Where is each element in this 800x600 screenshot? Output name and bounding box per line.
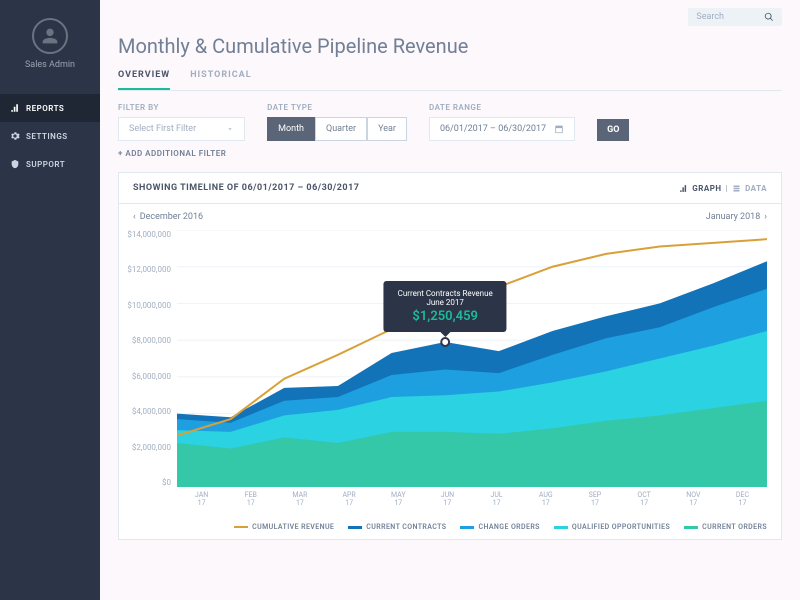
topbar: Search (118, 0, 782, 34)
search-input[interactable]: Search (688, 8, 782, 26)
legend-cumulative[interactable]: CUMULATIVE REVENUE (234, 523, 334, 531)
legend: CUMULATIVE REVENUE CURRENT CONTRACTS CHA… (119, 515, 781, 539)
date-type-quarter[interactable]: Quarter (315, 117, 367, 141)
date-type-year[interactable]: Year (367, 117, 407, 141)
add-filter-button[interactable]: + ADD ADDITIONAL FILTER (118, 149, 782, 158)
date-range-input[interactable]: 06/01/2017 – 06/30/2017 (429, 117, 575, 141)
graph-view-button[interactable]: GRAPH (692, 184, 721, 193)
support-icon (10, 159, 20, 169)
bar-chart-icon (10, 103, 20, 113)
chevron-down-icon (226, 125, 234, 133)
chart-timeline-title: SHOWING TIMELINE OF 06/01/2017 – 06/30/2… (133, 183, 359, 193)
y-axis: $14,000,000$12,000,000$10,000,000$8,000,… (119, 230, 177, 487)
legend-contracts[interactable]: CURRENT CONTRACTS (348, 523, 446, 531)
legend-orders[interactable]: CURRENT ORDERS (684, 523, 767, 531)
sidebar-item-reports[interactable]: REPORTS (0, 94, 100, 122)
tabs: OVERVIEW HISTORICAL (118, 70, 782, 91)
prev-period-button[interactable]: ‹ December 2016 (133, 212, 203, 222)
tooltip-value: $1,250,459 (398, 309, 493, 324)
filter-by-label: FILTER BY (118, 103, 245, 112)
chart-area: $14,000,000$12,000,000$10,000,000$8,000,… (119, 230, 781, 515)
data-view-button[interactable]: DATA (745, 184, 767, 193)
date-type-month[interactable]: Month (267, 117, 315, 141)
tab-overview[interactable]: OVERVIEW (118, 70, 170, 90)
plot[interactable]: Current Contracts Revenue June 2017 $1,2… (177, 230, 767, 487)
view-toggle: GRAPH | DATA (679, 184, 767, 193)
calendar-icon (554, 124, 564, 134)
chart-tooltip: Current Contracts Revenue June 2017 $1,2… (384, 281, 507, 332)
tab-historical[interactable]: HISTORICAL (190, 70, 251, 90)
sidebar-item-label: SETTINGS (26, 132, 68, 141)
search-placeholder: Search (696, 12, 724, 22)
sidebar: Sales Admin REPORTS SETTINGS SUPPORT (0, 0, 100, 600)
date-range-label: DATE RANGE (429, 103, 575, 112)
search-icon (764, 12, 774, 22)
tooltip-title: Current Contracts Revenue (398, 289, 493, 298)
legend-qualified[interactable]: QUALIFIED OPPORTUNITIES (554, 523, 670, 531)
x-axis: JAN17FEB17MAR17APR17MAY17JUN17JUL17AUG17… (177, 491, 767, 515)
sidebar-item-support[interactable]: SUPPORT (0, 150, 100, 178)
date-type-label: DATE TYPE (267, 103, 407, 112)
chart-panel: SHOWING TIMELINE OF 06/01/2017 – 06/30/2… (118, 172, 782, 540)
filter-by-select[interactable]: Select First Filter (118, 117, 245, 141)
next-period-button[interactable]: January 2018 › (706, 212, 767, 222)
sidebar-item-label: REPORTS (26, 104, 64, 113)
main: Search Monthly & Cumulative Pipeline Rev… (100, 0, 800, 600)
sidebar-item-label: SUPPORT (26, 160, 65, 169)
graph-icon (679, 184, 688, 193)
sidebar-item-settings[interactable]: SETTINGS (0, 122, 100, 150)
date-type-group: Month Quarter Year (267, 117, 407, 141)
user-label: Sales Admin (25, 60, 75, 70)
filter-bar: FILTER BY Select First Filter DATE TYPE … (118, 103, 782, 141)
data-icon (732, 184, 741, 193)
gear-icon (10, 131, 20, 141)
page-title: Monthly & Cumulative Pipeline Revenue (118, 34, 782, 58)
avatar[interactable] (32, 18, 68, 54)
go-button[interactable]: GO (597, 119, 629, 141)
legend-change[interactable]: CHANGE ORDERS (460, 523, 539, 531)
tooltip-sub: June 2017 (398, 298, 493, 307)
